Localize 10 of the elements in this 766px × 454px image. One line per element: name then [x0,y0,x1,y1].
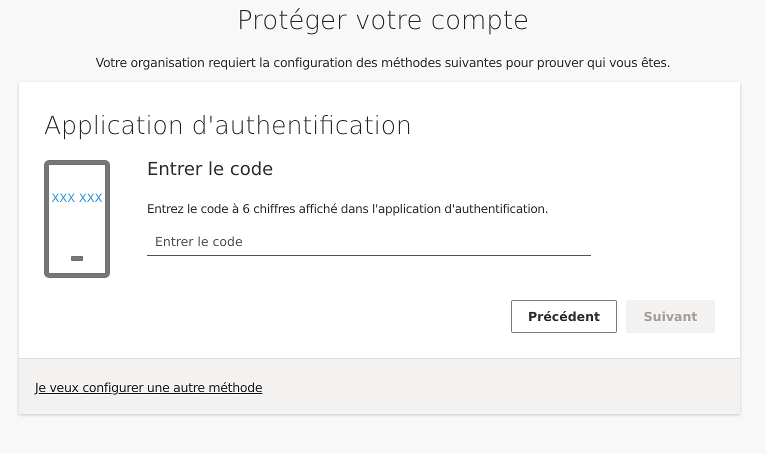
previous-button[interactable]: Précédent [511,300,617,333]
step-title: Entrer le code [147,158,274,182]
phone-button-icon [71,256,83,261]
phone-code: XXX XXX [52,191,102,205]
instructions: Entrez le code à 6 chiffres affiché dans l'application d'authentification. [147,202,550,216]
page-title: Protéger votre compte [236,5,530,38]
code-input-field[interactable]: Entrer le code [147,230,591,256]
method-title: Application d'authentification [44,110,413,142]
other-method-link[interactable]: Je veux configurer une autre méthode [35,380,262,395]
page-subtitle: Votre organisation requiert la configuration des méthodes suivantes pour prouver qui vous êtes. [96,55,670,70]
